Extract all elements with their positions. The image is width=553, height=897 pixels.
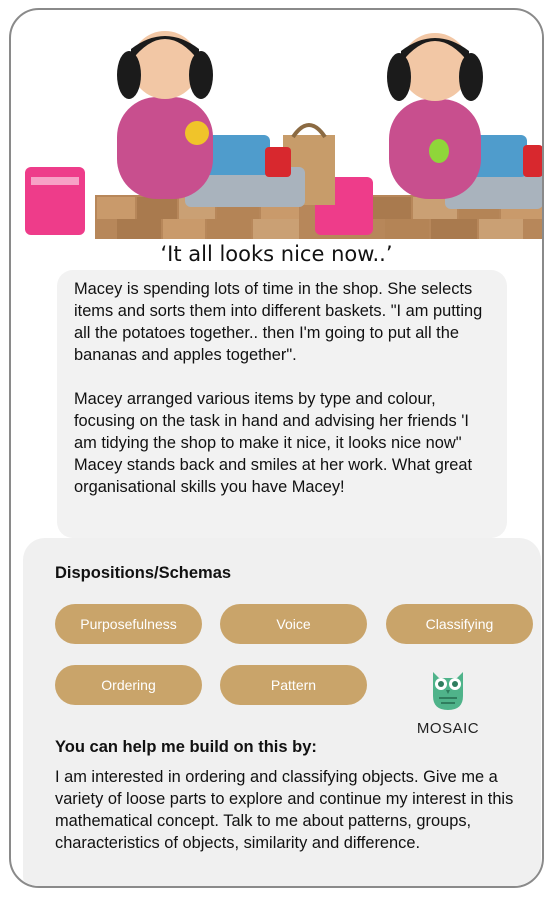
- observation-paragraph-1: Macey is spending lots of time in the sh…: [74, 280, 483, 364]
- girl-right: [387, 33, 483, 199]
- observation-text-bubble: Macey is spending lots of time in the sh…: [57, 270, 507, 538]
- tag-voice[interactable]: Voice: [220, 604, 367, 644]
- tag-classifying[interactable]: Classifying: [386, 604, 533, 644]
- help-text: I am interested in ordering and classify…: [55, 768, 514, 852]
- help-heading: You can help me build on this by:: [55, 738, 317, 756]
- story-title: ‘It all looks nice now..’: [160, 242, 393, 266]
- girl-left: [117, 31, 213, 199]
- dispositions-heading: Dispositions/Schemas: [55, 564, 232, 582]
- tag-purposefulness[interactable]: Purposefulness: [55, 604, 202, 644]
- owl-icon: [433, 672, 463, 710]
- observation-paragraph-2: Macey arranged various items by type and…: [74, 390, 473, 496]
- tag-ordering[interactable]: Ordering: [55, 665, 202, 705]
- mosaic-logo: MOSAIC: [403, 666, 493, 737]
- mosaic-logo-text: MOSAIC: [416, 720, 480, 737]
- tag-pattern[interactable]: Pattern: [220, 665, 367, 705]
- child-play-photo: [25, 17, 542, 239]
- basket-slat: [31, 177, 79, 185]
- photo-illustration: [25, 31, 542, 239]
- learning-panel: Dispositions/Schemas Purposefulness Voic…: [23, 538, 541, 886]
- observation-card: ‘It all looks nice now..’ Macey is spend…: [9, 8, 544, 888]
